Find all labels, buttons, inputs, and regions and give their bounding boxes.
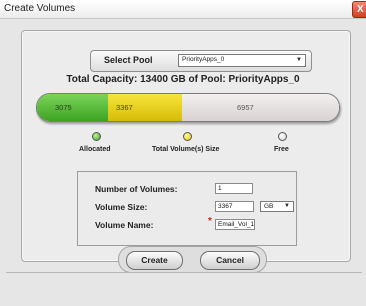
- window-title: Create Volumes: [4, 3, 76, 14]
- allocated-legend-icon: [92, 132, 101, 141]
- free-legend-label: Free: [274, 146, 289, 153]
- total-volume-legend-label: Total Volume(s) Size: [152, 146, 220, 153]
- free-legend-icon: [278, 132, 287, 141]
- select-pool-label: Select Pool: [104, 55, 153, 65]
- capacity-usage-bar: 3075 3367 6957: [36, 93, 340, 122]
- num-volumes-input[interactable]: 1: [215, 183, 253, 194]
- allocated-legend-label: Allocated: [79, 146, 111, 153]
- volume-size-input[interactable]: 3367: [215, 201, 254, 212]
- size-unit-dropdown[interactable]: GB ▼: [260, 201, 294, 212]
- size-unit-value: GB: [264, 203, 274, 210]
- chevron-down-icon: ▼: [296, 57, 302, 63]
- num-volumes-label: Number of Volumes:: [95, 184, 178, 194]
- pool-selector-group: Select Pool PriorityApps_0 ▼: [90, 50, 312, 72]
- close-icon: X: [357, 4, 364, 15]
- pool-dropdown-value: PriorityApps_0: [182, 56, 225, 63]
- pool-dropdown[interactable]: PriorityApps_0 ▼: [178, 54, 306, 67]
- volume-size-label: Volume Size:: [95, 202, 148, 212]
- total-volume-legend-icon: [183, 132, 192, 141]
- total-volume-segment: 3367: [108, 94, 182, 121]
- volume-name-input[interactable]: Email_Vol_1: [215, 219, 255, 230]
- close-button[interactable]: X: [352, 1, 366, 18]
- required-asterisk: *: [208, 216, 212, 227]
- volume-name-label: Volume Name:: [95, 220, 154, 230]
- free-segment: 6957: [182, 94, 339, 121]
- chevron-down-icon: ▼: [284, 203, 290, 209]
- allocated-segment: 3075: [37, 94, 108, 121]
- bottom-divider: [6, 272, 362, 273]
- total-capacity-text: Total Capacity: 13400 GB of Pool: Priori…: [66, 74, 300, 85]
- cancel-button[interactable]: Cancel: [200, 251, 260, 270]
- create-button[interactable]: Create: [126, 251, 183, 270]
- window-titlebar: Create Volumes X: [0, 0, 366, 19]
